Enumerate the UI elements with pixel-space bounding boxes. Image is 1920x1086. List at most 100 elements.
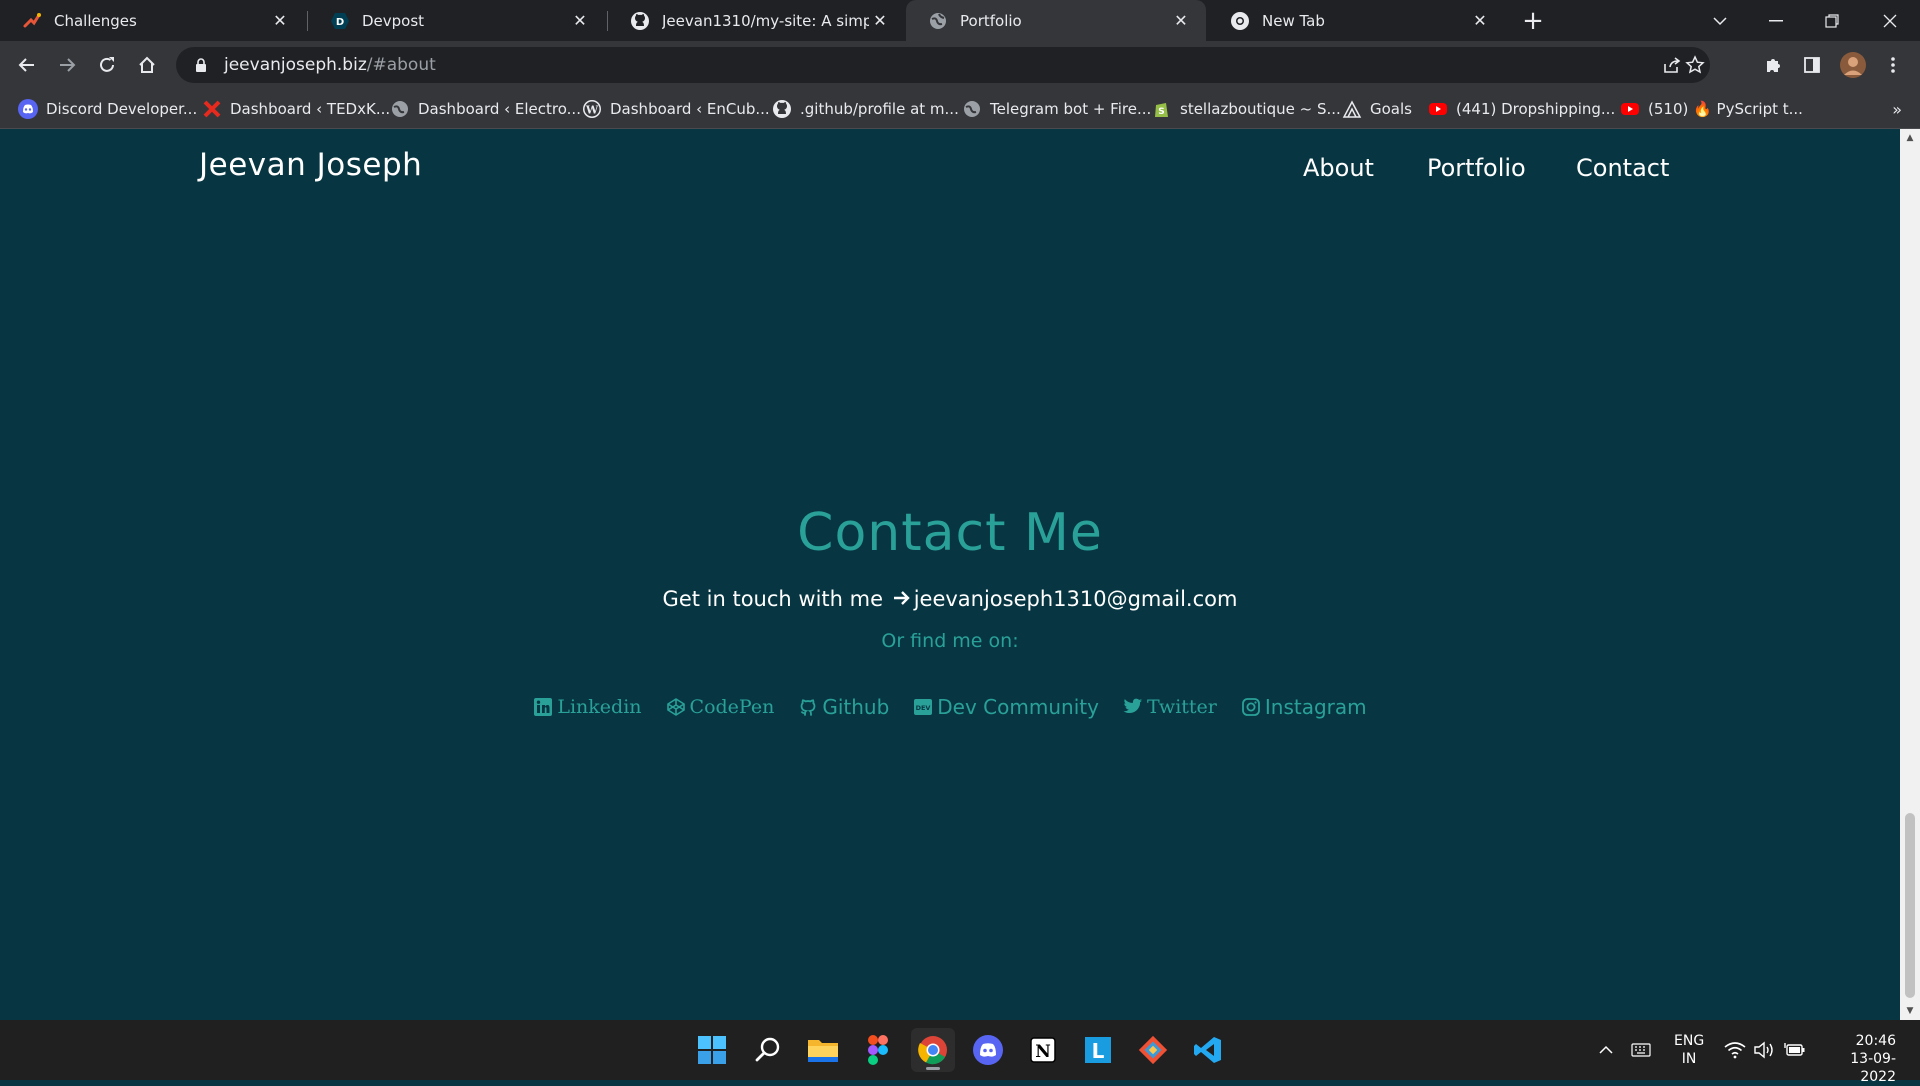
discord-icon[interactable] [966, 1028, 1010, 1072]
windows-start-icon[interactable] [690, 1028, 734, 1072]
close-icon[interactable]: ✕ [1170, 10, 1192, 32]
windows-taskbar: N L ENG IN 20:46 13-09-2022 [0, 1020, 1920, 1085]
side-panel-icon[interactable] [1797, 50, 1827, 80]
bookmark-telegram-bot[interactable]: Telegram bot + Fire... [962, 89, 1151, 129]
tab-devpost[interactable]: D Devpost ✕ [308, 0, 605, 41]
bookmark-github-profile[interactable]: .github/profile at m... [772, 89, 959, 129]
svg-text:L: L [1092, 1039, 1105, 1063]
bookmark-encub[interactable]: W Dashboard ‹ EnCub... [582, 89, 770, 129]
notion-icon[interactable]: N [1021, 1028, 1065, 1072]
bookmark-goals[interactable]: Goals [1342, 89, 1412, 129]
volume-icon[interactable] [1752, 1038, 1776, 1062]
challenges-icon [22, 11, 42, 31]
search-icon[interactable] [746, 1028, 790, 1072]
bookmark-label: Dashboard ‹ TEDxK... [230, 100, 391, 118]
file-explorer-icon[interactable] [801, 1028, 845, 1072]
bookmark-pyscript[interactable]: (510) 🔥 PyScript t... [1620, 89, 1803, 129]
scrollbar-thumb[interactable] [1905, 813, 1915, 998]
tab-challenges[interactable]: Challenges ✕ [0, 0, 305, 41]
social-label: Linkedin [557, 696, 642, 718]
tab-title: Portfolio [960, 11, 1022, 30]
bookmark-dropshipping[interactable]: (441) Dropshipping... [1428, 89, 1615, 129]
social-instagram[interactable]: Instagram [1241, 695, 1367, 719]
close-icon[interactable]: ✕ [569, 10, 591, 32]
battery-icon[interactable] [1783, 1038, 1807, 1062]
figma-icon[interactable] [856, 1028, 900, 1072]
lens-icon[interactable]: L [1076, 1028, 1120, 1072]
profile-avatar[interactable] [1838, 50, 1868, 80]
twitter-icon [1123, 697, 1143, 717]
language-indicator[interactable]: ENG IN [1674, 1032, 1704, 1068]
contact-email-link[interactable]: jeevanjoseph1310@gmail.com [914, 587, 1238, 611]
github-icon [630, 11, 650, 31]
instagram-icon [1241, 697, 1261, 717]
more-bookmarks-button[interactable]: » [1892, 89, 1902, 129]
extensions-puzzle-icon[interactable] [1758, 50, 1788, 80]
menu-kebab-icon[interactable] [1878, 50, 1908, 80]
vscode-icon[interactable] [1186, 1028, 1230, 1072]
nav-about[interactable]: About [1303, 154, 1374, 182]
bookmark-discord-developer[interactable]: Discord Developer... [18, 89, 197, 129]
wifi-icon[interactable] [1723, 1038, 1747, 1062]
bookmark-star-icon[interactable] [1680, 50, 1710, 80]
youtube-icon [1620, 99, 1640, 119]
tray-chevron-up-icon[interactable] [1594, 1038, 1618, 1062]
git-icon[interactable] [1131, 1028, 1175, 1072]
tab-title: New Tab [1262, 11, 1325, 30]
url-path: /#about [366, 55, 436, 75]
close-icon[interactable]: ✕ [1469, 10, 1491, 32]
discord-icon [18, 99, 38, 119]
bookmark-electro[interactable]: Dashboard ‹ Electro... [390, 89, 581, 129]
clock-time: 20:46 [1855, 1033, 1896, 1049]
bookmark-label: stellazboutique ~ S... [1180, 100, 1341, 118]
social-dev-community[interactable]: DEV Dev Community [913, 695, 1099, 719]
social-twitter[interactable]: Twitter [1123, 696, 1217, 718]
web-page: Jeevan Joseph About Portfolio Contact Co… [0, 129, 1900, 1020]
region-code: IN [1681, 1051, 1697, 1067]
url-host: jeevanjoseph.biz [224, 55, 367, 75]
bookmark-stellazboutique[interactable]: S stellazboutique ~ S... [1152, 89, 1341, 129]
page-scrollbar[interactable]: ▲ ▼ [1900, 129, 1920, 1020]
address-url: jeevanjoseph.biz/#about [224, 55, 436, 75]
system-clock[interactable]: 20:46 13-09-2022 [1820, 1032, 1896, 1086]
address-bar[interactable]: jeevanjoseph.biz/#about [176, 47, 1710, 83]
language-code: ENG [1674, 1033, 1705, 1049]
scroll-down-arrow-icon[interactable]: ▼ [1905, 1006, 1915, 1016]
home-button[interactable] [132, 50, 162, 80]
tab-github-repo[interactable]: Jeevan1310/my-site: A simple Po ✕ [608, 0, 905, 41]
social-links: Linkedin CodePen Github DEV Dev Communit… [0, 695, 1900, 719]
close-icon[interactable]: ✕ [869, 10, 891, 32]
svg-text:DEV: DEV [916, 704, 931, 712]
tab-new-tab[interactable]: New Tab ✕ [1208, 0, 1505, 41]
tab-portfolio[interactable]: Portfolio ✕ [906, 0, 1206, 41]
browser-toolbar: jeevanjoseph.biz/#about [0, 41, 1920, 89]
svg-text:W: W [585, 104, 599, 117]
shopify-icon: S [1152, 99, 1172, 119]
scroll-up-arrow-icon[interactable]: ▲ [1905, 133, 1915, 143]
tab-title: Jeevan1310/my-site: A simple Po [662, 11, 869, 30]
nav-portfolio[interactable]: Portfolio [1427, 154, 1526, 182]
reload-button[interactable] [92, 50, 122, 80]
new-tab-button[interactable]: + [1518, 6, 1548, 36]
forward-button[interactable] [52, 50, 82, 80]
keyboard-icon[interactable] [1629, 1038, 1653, 1062]
social-github[interactable]: Github [798, 695, 889, 719]
restore-button[interactable] [1804, 0, 1860, 41]
codepen-icon [666, 697, 686, 717]
minimize-button[interactable] [1748, 0, 1804, 41]
bookmark-label: Telegram bot + Fire... [990, 100, 1152, 118]
social-linkedin[interactable]: Linkedin [533, 696, 642, 718]
tab-search-chevron-icon[interactable] [1692, 0, 1748, 41]
browser-tabstrip: Challenges ✕ D Devpost ✕ Jeevan1310/my-s… [0, 0, 1920, 41]
chrome-icon[interactable] [911, 1028, 955, 1072]
social-codepen[interactable]: CodePen [666, 696, 775, 718]
nav-contact[interactable]: Contact [1576, 154, 1669, 182]
close-icon[interactable]: ✕ [269, 10, 291, 32]
contact-heading: Contact Me [797, 503, 1103, 563]
bookmark-tedx[interactable]: Dashboard ‹ TEDxK... [202, 89, 390, 129]
site-brand[interactable]: Jeevan Joseph [199, 147, 422, 183]
social-label: CodePen [689, 696, 775, 718]
lock-icon[interactable] [192, 56, 210, 74]
close-window-button[interactable] [1862, 0, 1918, 41]
back-button[interactable] [12, 50, 42, 80]
